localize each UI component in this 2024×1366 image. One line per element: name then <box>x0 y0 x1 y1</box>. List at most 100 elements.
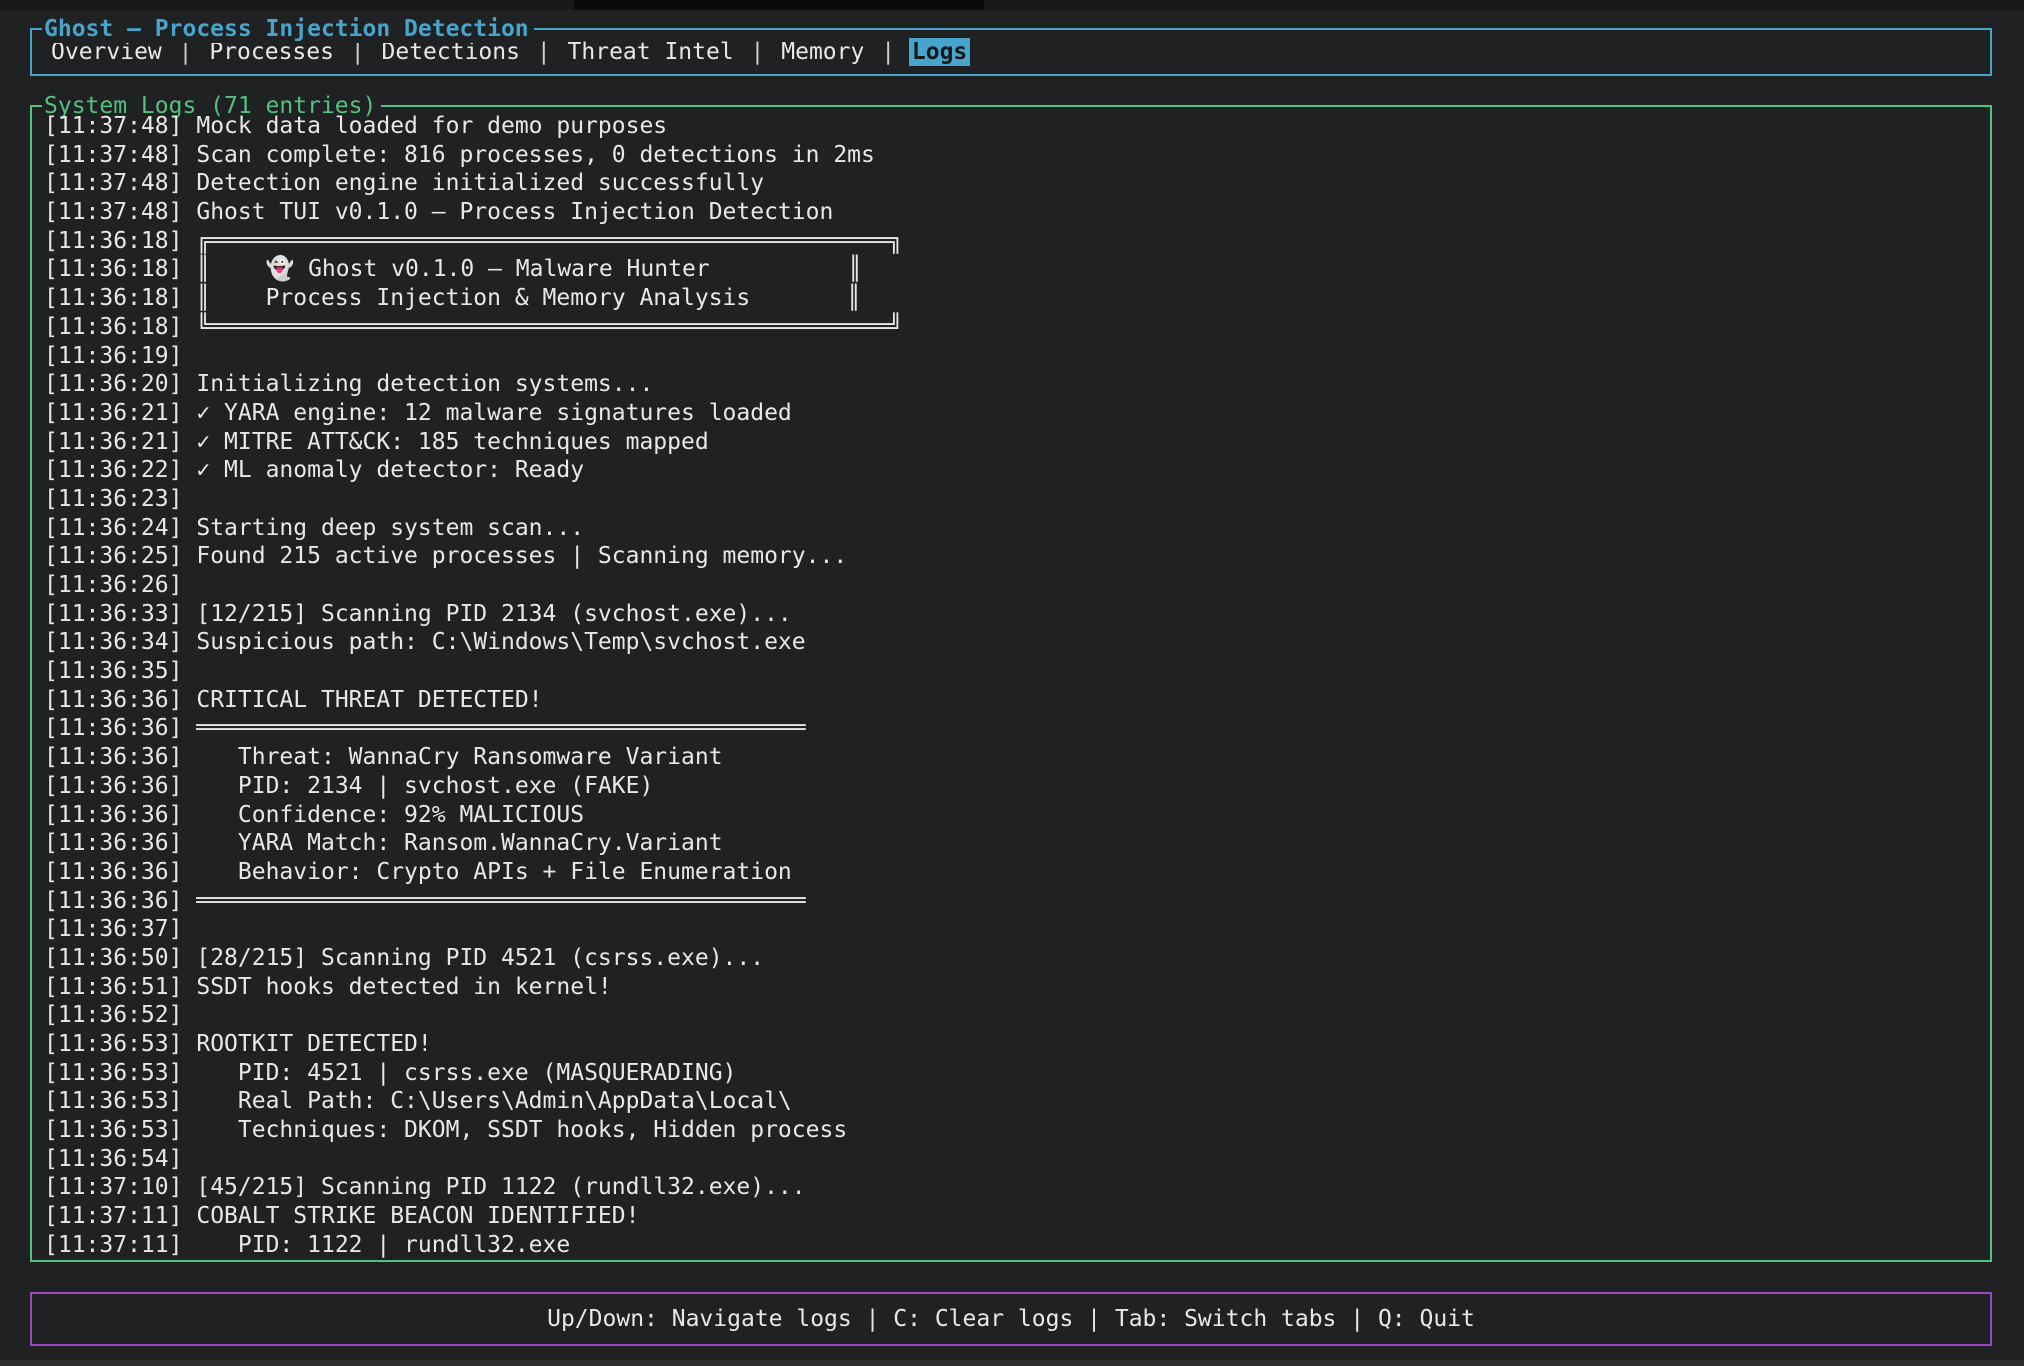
log-timestamp: [11:36:53] <box>44 1031 182 1057</box>
log-timestamp: [11:36:18] <box>44 228 182 254</box>
log-timestamp: [11:36:26] <box>44 572 182 598</box>
system-logs-panel: System Logs (71 entries) [11:37:48] Mock… <box>30 105 1992 1262</box>
log-message: Starting deep system scan... <box>196 515 584 541</box>
log-message: ✓ MITRE ATT&CK: 185 techniques mapped <box>196 429 708 455</box>
log-timestamp: [11:36:21] <box>44 400 182 426</box>
log-entry: [11:36:53] ROOTKIT DETECTED! <box>44 1030 1982 1059</box>
log-message: Detection engine initialized successfull… <box>196 170 764 196</box>
log-entry: [11:36:37] <box>44 915 1982 944</box>
log-timestamp: [11:37:48] <box>44 170 182 196</box>
log-entry: [11:36:36] PID: 2134 | svchost.exe (FAKE… <box>44 772 1982 801</box>
log-timestamp: [11:36:18] <box>44 314 182 340</box>
tab-logs[interactable]: Logs <box>909 38 970 66</box>
log-timestamp: [11:36:34] <box>44 629 182 655</box>
window-top-strip <box>0 0 2024 10</box>
status-bar: Up/Down: Navigate logs | C: Clear logs |… <box>30 1292 1992 1346</box>
tab-item: | Memory <box>737 38 868 66</box>
log-message: Found 215 active processes | Scanning me… <box>196 543 847 569</box>
log-message: Real Path: C:\Users\Admin\AppData\Local\ <box>196 1088 791 1114</box>
log-timestamp: [11:36:36] <box>44 715 182 741</box>
log-message: Mock data loaded for demo purposes <box>196 113 667 139</box>
log-entry: [11:36:36] Behavior: Crypto APIs + File … <box>44 858 1982 887</box>
log-message: ╚═══════════════════════════════════════… <box>196 314 902 340</box>
log-message: ROOTKIT DETECTED! <box>196 1031 431 1057</box>
log-message: COBALT STRIKE BEACON IDENTIFIED! <box>196 1203 639 1229</box>
log-message: PID: 2134 | svchost.exe (FAKE) <box>196 773 653 799</box>
app-title: Ghost — Process Injection Detection <box>42 15 534 43</box>
log-timestamp: [11:37:11] <box>44 1203 182 1229</box>
log-message: Scan complete: 816 processes, 0 detectio… <box>196 142 875 168</box>
log-timestamp: [11:36:18] <box>44 285 182 311</box>
log-timestamp: [11:36:54] <box>44 1146 182 1172</box>
log-entry: [11:36:18] ║ Process Injection & Memory … <box>44 284 1982 313</box>
log-timestamp: [11:36:24] <box>44 515 182 541</box>
log-timestamp: [11:37:48] <box>44 142 182 168</box>
log-message: SSDT hooks detected in kernel! <box>196 974 611 1000</box>
log-message: ╔═══════════════════════════════════════… <box>196 228 902 254</box>
log-timestamp: [11:36:36] <box>44 773 182 799</box>
log-timestamp: [11:36:53] <box>44 1088 182 1114</box>
log-timestamp: [11:36:36] <box>44 888 182 914</box>
log-message: Behavior: Crypto APIs + File Enumeration <box>196 859 791 885</box>
log-entry: [11:36:19] <box>44 342 1982 371</box>
log-message: CRITICAL THREAT DETECTED! <box>196 687 542 713</box>
log-entry: [11:36:21] ✓ YARA engine: 12 malware sig… <box>44 399 1982 428</box>
log-message: [12/215] Scanning PID 2134 (svchost.exe)… <box>196 601 791 627</box>
log-entry: [11:36:51] SSDT hooks detected in kernel… <box>44 973 1982 1002</box>
log-message: Threat: WannaCry Ransomware Variant <box>196 744 722 770</box>
terminal-screen: Ghost — Process Injection Detection Over… <box>0 0 2024 1366</box>
tab-memory[interactable]: Memory <box>778 38 867 66</box>
log-timestamp: [11:36:21] <box>44 429 182 455</box>
log-timestamp: [11:36:18] <box>44 256 182 282</box>
log-entry: [11:36:18] ╚════════════════════════════… <box>44 313 1982 342</box>
log-message: ║ 👻 Ghost v0.1.0 — Malware Hunter ║ <box>196 256 862 282</box>
tab-item: | Threat Intel <box>523 38 737 66</box>
log-timestamp: [11:37:11] <box>44 1232 182 1258</box>
log-entry: [11:37:48] Detection engine initialized … <box>44 169 1982 198</box>
log-message: YARA Match: Ransom.WannaCry.Variant <box>196 830 722 856</box>
log-timestamp: [11:36:25] <box>44 543 182 569</box>
tab-threat-intel[interactable]: Threat Intel <box>565 38 737 66</box>
log-entry: [11:36:26] <box>44 571 1982 600</box>
log-entry: [11:37:10] [45/215] Scanning PID 1122 (r… <box>44 1173 1982 1202</box>
log-timestamp: [11:36:36] <box>44 859 182 885</box>
log-message: Initializing detection systems... <box>196 371 653 397</box>
log-timestamp: [11:36:36] <box>44 744 182 770</box>
log-timestamp: [11:36:22] <box>44 457 182 483</box>
log-entry: [11:36:18] ║ 👻 Ghost v0.1.0 — Malware Hu… <box>44 255 1982 284</box>
log-timestamp: [11:36:50] <box>44 945 182 971</box>
log-message: ════════════════════════════════════════… <box>196 888 805 914</box>
log-timestamp: [11:36:37] <box>44 916 182 942</box>
log-entry: [11:36:54] <box>44 1145 1982 1174</box>
log-message: [28/215] Scanning PID 4521 (csrss.exe)..… <box>196 945 764 971</box>
window-top-strip-dark-segment <box>574 0 984 10</box>
log-timestamp: [11:36:23] <box>44 486 182 512</box>
log-message: PID: 1122 | rundll32.exe <box>196 1232 570 1258</box>
log-message: [45/215] Scanning PID 1122 (rundll32.exe… <box>196 1174 805 1200</box>
log-entry: [11:36:18] ╔════════════════════════════… <box>44 227 1982 256</box>
log-timestamp: [11:36:36] <box>44 830 182 856</box>
log-entry: [11:36:36] YARA Match: Ransom.WannaCry.V… <box>44 829 1982 858</box>
log-timestamp: [11:37:48] <box>44 199 182 225</box>
log-timestamp: [11:36:53] <box>44 1060 182 1086</box>
log-message: ║ Process Injection & Memory Analysis ║ <box>196 285 861 311</box>
log-entry: [11:36:33] [12/215] Scanning PID 2134 (s… <box>44 600 1982 629</box>
log-entry: [11:37:48] Ghost TUI v0.1.0 — Process In… <box>44 198 1982 227</box>
log-entry: [11:36:23] <box>44 485 1982 514</box>
log-entry: [11:37:48] Mock data loaded for demo pur… <box>44 112 1982 141</box>
log-entry: [11:36:24] Starting deep system scan... <box>44 514 1982 543</box>
log-entry: [11:36:36] ═════════════════════════════… <box>44 714 1982 743</box>
log-scroll-area[interactable]: [11:37:48] Mock data loaded for demo pur… <box>32 107 1990 1260</box>
log-timestamp: [11:36:19] <box>44 343 182 369</box>
log-entry: [11:37:11] PID: 1122 | rundll32.exe <box>44 1231 1982 1260</box>
tab-separator: | <box>867 39 909 65</box>
log-message: ════════════════════════════════════════… <box>196 715 805 741</box>
log-timestamp: [11:36:52] <box>44 1002 182 1028</box>
status-bar-hints: Up/Down: Navigate logs | C: Clear logs |… <box>547 1306 1475 1332</box>
log-entry: [11:36:53] PID: 4521 | csrss.exe (MASQUE… <box>44 1059 1982 1088</box>
log-entry: [11:37:48] Scan complete: 816 processes,… <box>44 141 1982 170</box>
log-entry: [11:36:36] CRITICAL THREAT DETECTED! <box>44 686 1982 715</box>
log-timestamp: [11:37:48] <box>44 113 182 139</box>
log-entry: [11:36:53] Real Path: C:\Users\Admin\App… <box>44 1087 1982 1116</box>
log-entry: [11:36:36] Confidence: 92% MALICIOUS <box>44 801 1982 830</box>
